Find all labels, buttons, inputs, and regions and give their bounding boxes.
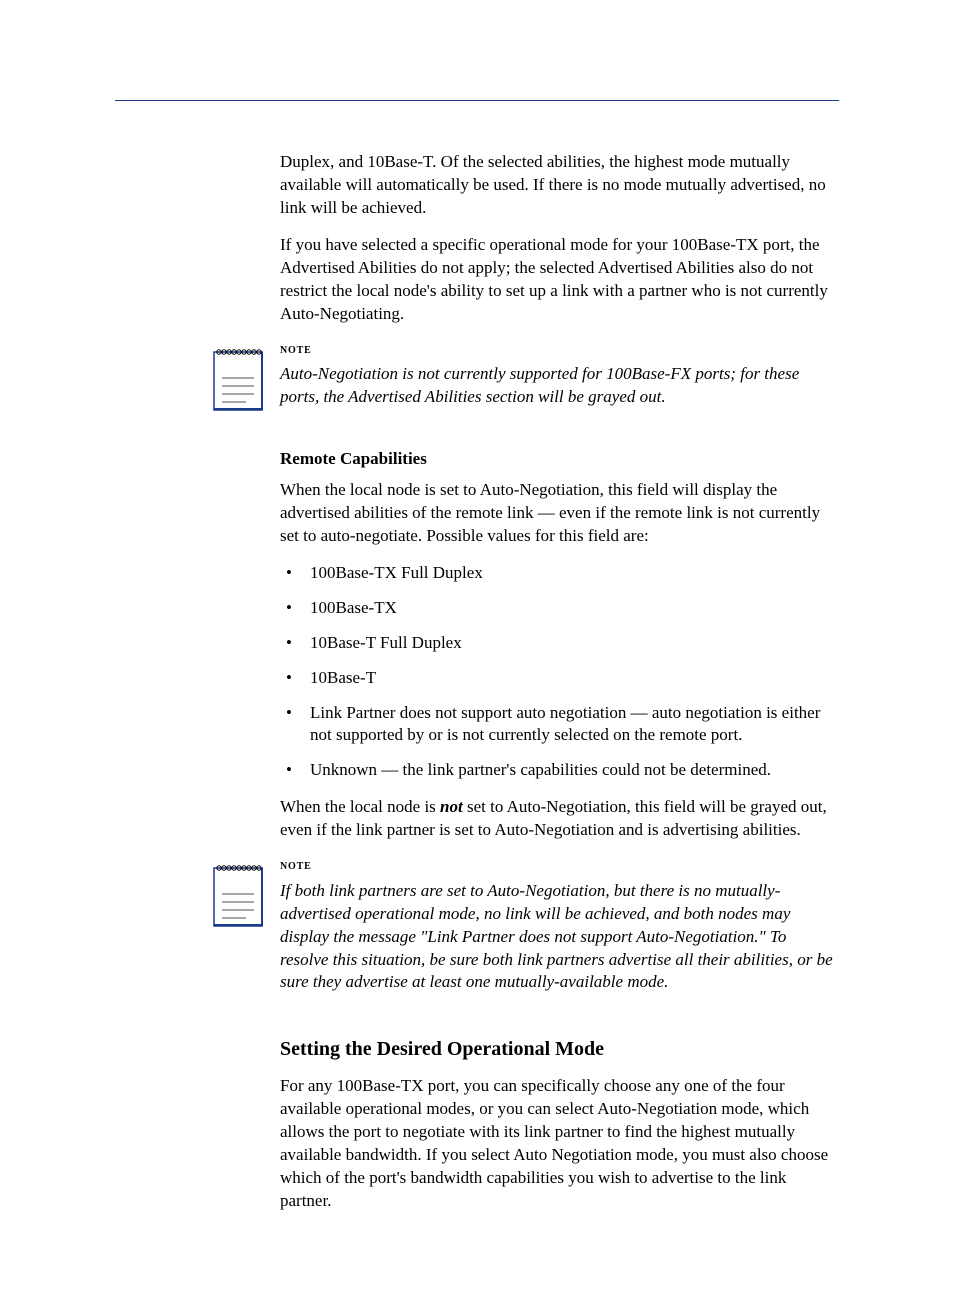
- list-item: 100Base-TX: [280, 597, 839, 620]
- note-label: NOTE: [280, 344, 839, 358]
- bullet-list: 100Base-TX Full Duplex 100Base-TX 10Base…: [280, 562, 839, 783]
- list-item: Unknown — the link partner's capabilitie…: [280, 759, 839, 782]
- list-item: 10Base-T Full Duplex: [280, 632, 839, 655]
- body-block-2: When the local node is set to Auto-Negot…: [280, 479, 839, 842]
- list-item: Link Partner does not support auto negot…: [280, 702, 839, 748]
- note-paragraph: If both link partners are set to Auto-Ne…: [280, 880, 839, 995]
- list-item: 10Base-T: [280, 667, 839, 690]
- note-block: NOTE If both link partners are set to Au…: [115, 860, 839, 1004]
- paragraph: When the local node is not set to Auto-N…: [280, 796, 839, 842]
- paragraph: For any 100Base-TX port, you can specifi…: [280, 1075, 839, 1213]
- notepad-icon: [210, 344, 266, 414]
- note-text: NOTE If both link partners are set to Au…: [280, 860, 839, 1004]
- paragraph: Duplex, and 10Base-T. Of the selected ab…: [280, 151, 839, 220]
- body-block-1: Duplex, and 10Base-T. Of the selected ab…: [280, 151, 839, 326]
- note-paragraph: Auto-Negotiation is not currently suppor…: [280, 363, 839, 409]
- heading-remote-capabilities: Remote Capabilities: [280, 449, 839, 469]
- paragraph: If you have selected a specific operatio…: [280, 234, 839, 326]
- text-fragment: When the local node is: [280, 797, 440, 816]
- note-text: NOTE Auto-Negotiation is not currently s…: [280, 344, 839, 419]
- note-label: NOTE: [280, 860, 839, 874]
- note-block: NOTE Auto-Negotiation is not currently s…: [115, 344, 839, 419]
- notepad-icon: [210, 860, 266, 930]
- emphasis-not: not: [440, 797, 463, 816]
- page-header: [115, 60, 839, 101]
- paragraph: When the local node is set to Auto-Negot…: [280, 479, 839, 548]
- list-item: 100Base-TX Full Duplex: [280, 562, 839, 585]
- body-block-3: For any 100Base-TX port, you can specifi…: [280, 1075, 839, 1213]
- page-container: Duplex, and 10Base-T. Of the selected ab…: [0, 0, 954, 1307]
- heading-setting-mode: Setting the Desired Operational Mode: [280, 1038, 839, 1061]
